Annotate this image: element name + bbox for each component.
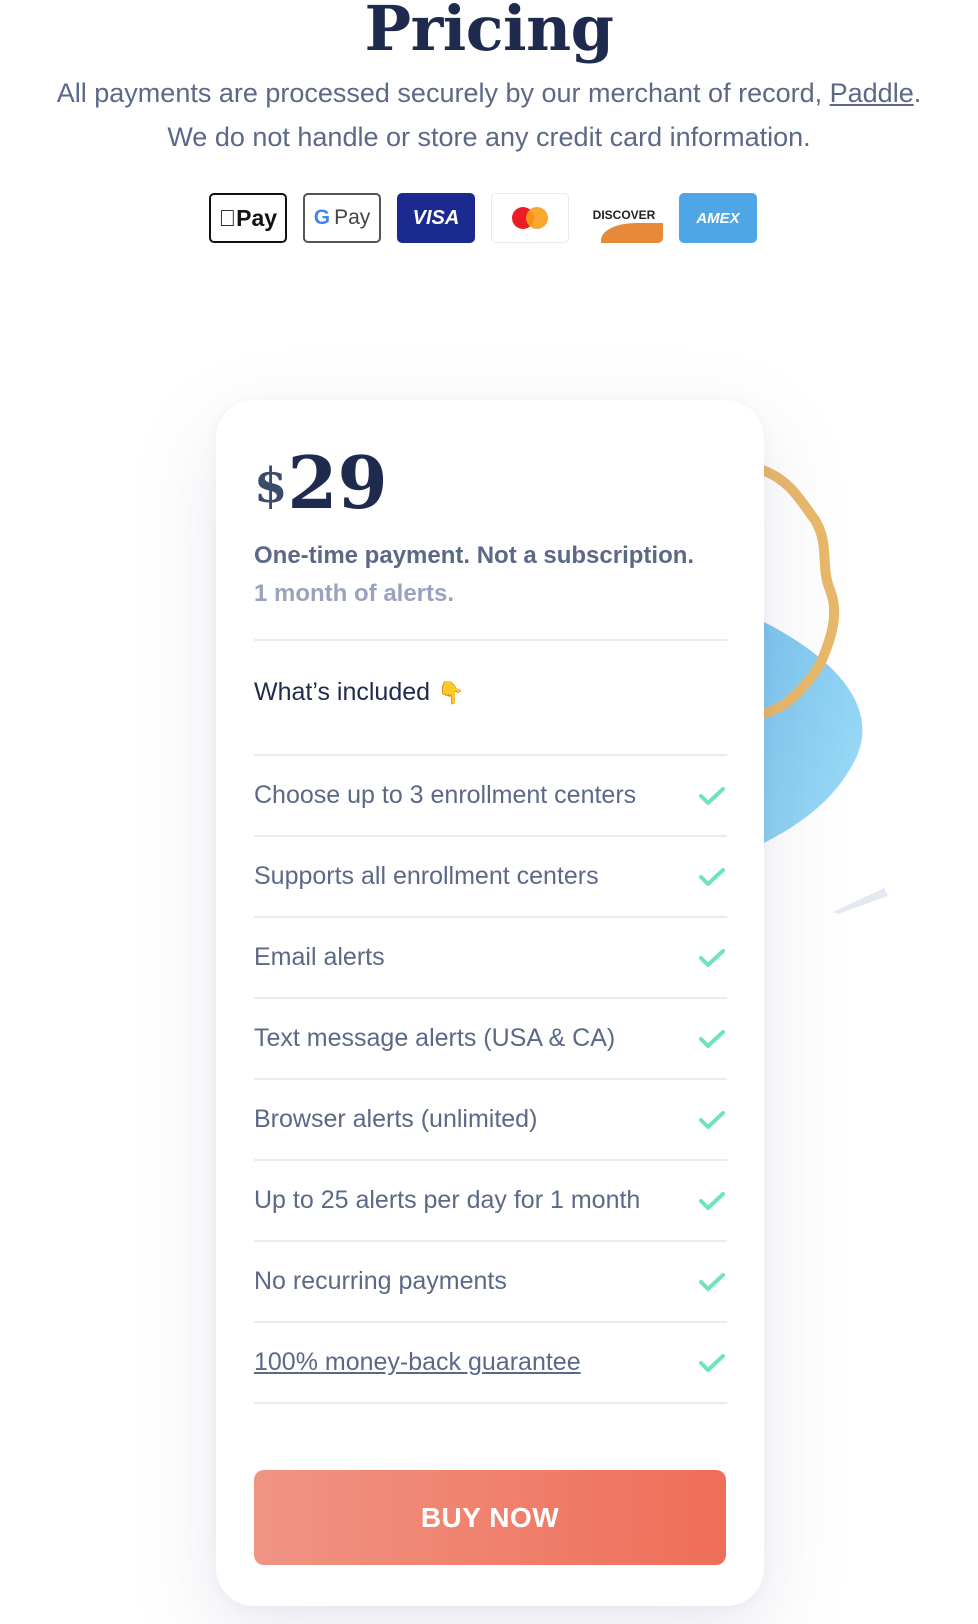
card-security-note: We do not handle or store any credit car… (167, 122, 811, 152)
price: $29 (254, 440, 388, 525)
included-title: What’s included (254, 678, 431, 706)
feature-list: Choose up to 3 enrollment centers Suppor… (254, 754, 727, 1404)
feature-label: Choose up to 3 enrollment centers (254, 781, 637, 809)
pencil-stroke-shape (833, 888, 888, 914)
mastercard-icon (491, 193, 569, 243)
feature-label: Text message alerts (USA & CA) (254, 1024, 616, 1052)
feature-item: No recurring payments (254, 1240, 727, 1321)
check-icon (699, 1110, 725, 1129)
divider (254, 639, 727, 641)
money-back-guarantee-link[interactable]: 100% money-back guarantee (254, 1348, 581, 1377)
visa-icon: VISA (397, 193, 475, 243)
pricing-card: $29 One-time payment. Not a subscription… (216, 400, 764, 1606)
amex-icon: AMEX (679, 193, 757, 243)
feature-item: 100% money-back guarantee (254, 1321, 727, 1404)
blue-blob-shape (760, 620, 863, 845)
feature-label: No recurring payments (254, 1267, 507, 1295)
price-currency: $ (254, 458, 288, 514)
payment-info-line: All payments are processed securely by o… (0, 78, 978, 109)
price-amount: 29 (287, 440, 388, 525)
page-title: Pricing (364, 0, 614, 65)
feature-label: Browser alerts (unlimited) (254, 1105, 538, 1133)
feature-item: Up to 25 alerts per day for 1 month (254, 1159, 727, 1240)
feature-item: Text message alerts (USA & CA) (254, 997, 727, 1078)
feature-label: Up to 25 alerts per day for 1 month (254, 1186, 641, 1214)
feature-item: Email alerts (254, 916, 727, 997)
plan-duration: 1 month of alerts. (254, 580, 455, 607)
check-icon (699, 786, 725, 805)
google-pay-icon: G Pay (303, 193, 381, 243)
feature-item: Supports all enrollment centers (254, 835, 727, 916)
check-icon (699, 867, 725, 886)
check-icon (699, 1272, 725, 1291)
buy-now-button[interactable]: BUY NOW (254, 1470, 726, 1565)
included-heading: What’s included 👇 (254, 678, 464, 707)
payment-info-period: . (913, 78, 922, 108)
apple-pay-icon: Pay (209, 193, 287, 243)
check-icon (699, 1191, 725, 1210)
feature-label: Supports all enrollment centers (254, 862, 599, 890)
check-icon (699, 1029, 725, 1048)
feature-label: Email alerts (254, 943, 385, 971)
pointing-down-icon: 👇 (436, 680, 465, 705)
feature-item: Choose up to 3 enrollment centers (254, 754, 727, 835)
check-icon (699, 948, 725, 967)
feature-item: Browser alerts (unlimited) (254, 1078, 727, 1159)
paddle-link[interactable]: Paddle (830, 78, 914, 108)
payment-type-note: One-time payment. Not a subscription. (254, 542, 695, 569)
discover-icon: DISCOVER (585, 193, 663, 243)
payment-methods-row: Pay GPay VISA DISCOVER AMEX (209, 193, 757, 243)
check-icon (699, 1353, 725, 1372)
payment-info-text: All payments are processed securely by o… (56, 78, 823, 108)
